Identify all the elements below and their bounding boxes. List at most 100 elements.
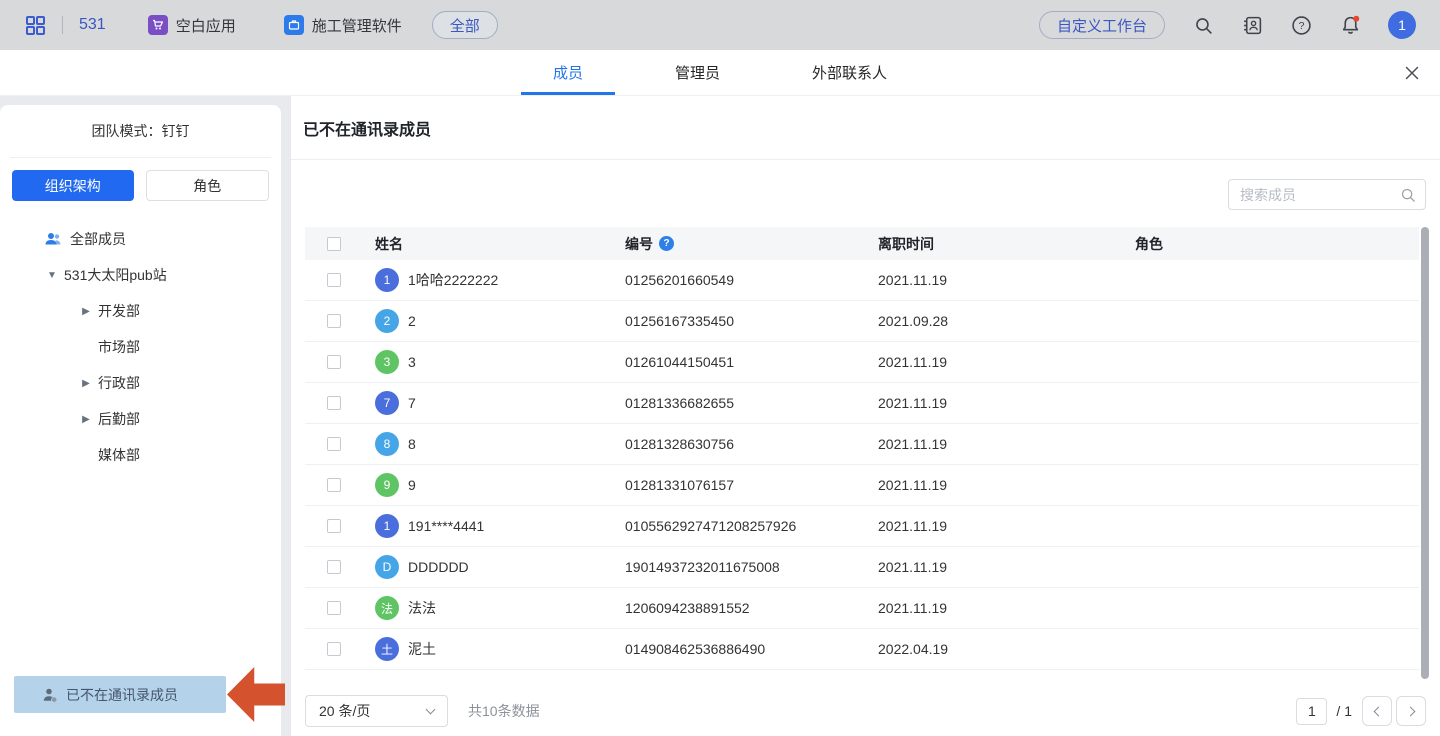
member-name: 7 bbox=[408, 395, 416, 411]
member-name: 1哈哈2222222 bbox=[408, 270, 498, 290]
sidebar-item-resigned-members[interactable]: 已不在通讯录成员 bbox=[14, 676, 226, 713]
topbar: 531 空白应用 施工管理软件 全部 自定义工作台 ? 1 bbox=[0, 0, 1440, 50]
org-structure-button[interactable]: 组织架构 bbox=[12, 170, 134, 201]
tab-label: 管理员 bbox=[675, 62, 720, 83]
customize-workbench-button[interactable]: 自定义工作台 bbox=[1039, 11, 1165, 39]
member-number: 01256167335450 bbox=[625, 313, 878, 329]
number-help-icon[interactable]: ? bbox=[659, 236, 674, 251]
total-count-label: 共10条数据 bbox=[468, 701, 540, 721]
tree-item-label: 媒体部 bbox=[98, 445, 140, 465]
member-number: 014908462536886490 bbox=[625, 641, 878, 657]
tree-item[interactable]: 市场部 bbox=[0, 329, 281, 365]
search-icon[interactable] bbox=[1192, 14, 1214, 36]
tree-item[interactable]: ▶ 后勤部 bbox=[0, 401, 281, 437]
row-checkbox[interactable] bbox=[327, 314, 341, 328]
row-checkbox[interactable] bbox=[327, 396, 341, 410]
member-name: 泥土 bbox=[408, 639, 436, 659]
page-size-value: 20 条/页 bbox=[319, 701, 370, 721]
tab-label: 成员 bbox=[553, 62, 583, 83]
row-checkbox[interactable] bbox=[327, 478, 341, 492]
row-checkbox[interactable] bbox=[327, 642, 341, 656]
caret-icon[interactable]: ▶ bbox=[78, 306, 94, 317]
page-number-input[interactable] bbox=[1296, 698, 1327, 725]
modal-tabbar: 成员 管理员 外部联系人 bbox=[0, 50, 1440, 96]
page-size-select[interactable]: 20 条/页 bbox=[305, 695, 448, 727]
tab[interactable]: 外部联系人 bbox=[780, 50, 919, 95]
role-button[interactable]: 角色 bbox=[146, 170, 270, 201]
row-checkbox[interactable] bbox=[327, 273, 341, 287]
member-avatar: 2 bbox=[375, 309, 399, 333]
search-input[interactable] bbox=[1229, 187, 1400, 203]
team-members-icon bbox=[44, 231, 62, 247]
row-checkbox[interactable] bbox=[327, 601, 341, 615]
pagination: / 1 bbox=[1296, 696, 1426, 726]
tree-item-label: 行政部 bbox=[98, 373, 140, 393]
member-avatar: 法 bbox=[375, 596, 399, 620]
row-checkbox[interactable] bbox=[327, 560, 341, 574]
table-row: 土 泥土 014908462536886490 2022.04.19 bbox=[305, 629, 1419, 670]
leave-date: 2021.11.19 bbox=[878, 354, 1135, 370]
app-shortcut-construction[interactable]: 施工管理软件 bbox=[284, 15, 402, 36]
member-name: 法法 bbox=[408, 598, 436, 618]
member-avatar: 9 bbox=[375, 473, 399, 497]
caret-icon[interactable]: ▶ bbox=[78, 414, 94, 425]
tab[interactable]: 成员 bbox=[521, 50, 615, 95]
leave-date: 2021.11.19 bbox=[878, 559, 1135, 575]
tree-item-all-members[interactable]: 全部成员 bbox=[0, 221, 281, 257]
app-shortcut-blank-app[interactable]: 空白应用 bbox=[148, 15, 236, 36]
topbar-divider bbox=[62, 16, 63, 34]
org-sidebar: 团队模式：钉钉 组织架构 角色 全部成员 ▼ 531大太阳pub站 ▶ 开发部 … bbox=[0, 105, 281, 736]
select-all-checkbox[interactable] bbox=[327, 237, 341, 251]
prev-page-button[interactable] bbox=[1362, 696, 1392, 726]
caret-icon[interactable]: ▶ bbox=[78, 378, 94, 389]
tree-item[interactable]: ▶ 行政部 bbox=[0, 365, 281, 401]
resigned-person-icon bbox=[42, 687, 58, 703]
app-grid-icon[interactable] bbox=[24, 14, 46, 36]
member-name: 8 bbox=[408, 436, 416, 452]
user-avatar[interactable]: 1 bbox=[1388, 11, 1416, 39]
header-name: 姓名 bbox=[375, 234, 625, 254]
leave-date: 2021.11.19 bbox=[878, 436, 1135, 452]
member-avatar: 8 bbox=[375, 432, 399, 456]
tree-item-label: 市场部 bbox=[98, 337, 140, 357]
member-avatar: 1 bbox=[375, 268, 399, 292]
member-number: 01281336682655 bbox=[625, 395, 878, 411]
table-row: 3 3 01261044150451 2021.11.19 bbox=[305, 342, 1419, 383]
member-avatar: 1 bbox=[375, 514, 399, 538]
tab-label: 外部联系人 bbox=[812, 62, 887, 83]
member-number: 0105562927471208257926 bbox=[625, 518, 878, 534]
header-role: 角色 bbox=[1135, 234, 1419, 254]
tree-item[interactable]: 媒体部 bbox=[0, 437, 281, 473]
table-row: 2 2 01256167335450 2021.09.28 bbox=[305, 301, 1419, 342]
tree-item-label: 后勤部 bbox=[98, 409, 140, 429]
tree-item[interactable]: ▼ 531大太阳pub站 bbox=[0, 257, 281, 293]
search-icon[interactable] bbox=[1400, 187, 1416, 203]
member-name: 3 bbox=[408, 354, 416, 370]
row-checkbox[interactable] bbox=[327, 437, 341, 451]
table-scrollbar[interactable] bbox=[1421, 227, 1429, 679]
team-mode-label: 团队模式：钉钉 bbox=[10, 105, 271, 158]
header-number: 编号 ? bbox=[625, 234, 878, 254]
leave-date: 2022.04.19 bbox=[878, 641, 1135, 657]
chevron-down-icon bbox=[426, 705, 436, 715]
next-page-button[interactable] bbox=[1396, 696, 1426, 726]
row-checkbox[interactable] bbox=[327, 355, 341, 369]
bell-icon[interactable] bbox=[1339, 14, 1361, 36]
member-name: 9 bbox=[408, 477, 416, 493]
leave-date: 2021.09.28 bbox=[878, 313, 1135, 329]
tab[interactable]: 管理员 bbox=[643, 50, 752, 95]
close-icon[interactable] bbox=[1402, 63, 1422, 83]
filter-all-pill[interactable]: 全部 bbox=[432, 11, 498, 39]
page-title: 已不在通讯录成员 bbox=[291, 96, 1440, 160]
table-row: D DDDDDD 19014937232011675008 2021.11.19 bbox=[305, 547, 1419, 588]
leave-date: 2021.11.19 bbox=[878, 600, 1135, 616]
help-icon[interactable]: ? bbox=[1290, 14, 1312, 36]
resigned-label: 已不在通讯录成员 bbox=[66, 685, 178, 705]
workspace-number[interactable]: 531 bbox=[79, 16, 106, 34]
row-checkbox[interactable] bbox=[327, 519, 341, 533]
tree-item[interactable]: ▶ 开发部 bbox=[0, 293, 281, 329]
briefcase-icon bbox=[284, 15, 304, 35]
table-row: 1 191****4441 0105562927471208257926 202… bbox=[305, 506, 1419, 547]
address-book-icon[interactable] bbox=[1241, 14, 1263, 36]
caret-icon[interactable]: ▼ bbox=[44, 270, 60, 281]
